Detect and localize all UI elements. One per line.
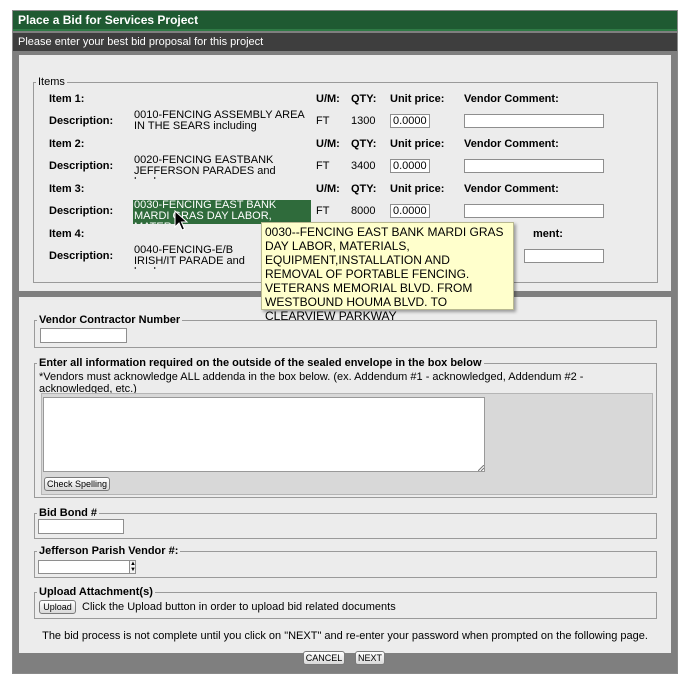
check-spelling-button[interactable]: Check Spelling [44, 477, 110, 491]
qty-header: QTY: [351, 183, 377, 195]
item-3-comment-input[interactable] [464, 204, 604, 218]
envelope-legend: Enter all information required on the ou… [39, 357, 482, 369]
qty-header: QTY: [351, 138, 377, 150]
mouse-pointer-icon [174, 210, 189, 231]
item-1-unit-price-input[interactable]: 0.0000 [390, 114, 430, 128]
item-3-label: Item 3: [49, 183, 85, 195]
item-3-description[interactable]: 0030-FENCING EAST BANK MARDI GRAS DAY LA… [133, 200, 311, 224]
vendor-comment-header: Vendor Comment: [464, 93, 559, 105]
item-2-label: Item 2: [49, 138, 85, 150]
item-2-um: FT [316, 160, 330, 172]
um-header: U/M: [316, 183, 340, 195]
envelope-textarea[interactable] [43, 397, 485, 472]
envelope-note: *Vendors must acknowledge ALL addenda in… [39, 371, 584, 395]
item-3-unit-price-input[interactable]: 0.0000 [390, 204, 430, 218]
jp-vendor-input[interactable] [38, 560, 130, 574]
description-label: Description: [49, 205, 114, 217]
item-2-unit-price-input[interactable]: 0.0000 [390, 159, 430, 173]
next-button[interactable]: NEXT [355, 651, 385, 665]
description-label: Description: [49, 160, 114, 172]
footer-notice: The bid process is not complete until yo… [42, 630, 648, 642]
item-2-description: 0020-FENCING EASTBANK JEFFERSON PARADES … [134, 155, 276, 179]
item-1-description: 0010-FENCING ASSEMBLY AREA IN THE SEARS … [134, 110, 305, 132]
item-4-label: Item 4: [49, 228, 85, 240]
jp-vendor-legend: Jefferson Parish Vendor #: [39, 545, 179, 557]
bid-bond-fieldset: Bid Bond # [34, 507, 657, 539]
item-3-qty: 8000 [351, 205, 376, 217]
description-label: Description: [49, 250, 114, 262]
upload-button[interactable]: Upload [39, 600, 76, 614]
um-header: U/M: [316, 93, 340, 105]
item-2-qty: 3400 [351, 160, 376, 172]
stepper-arrows-icon[interactable]: ▲ ▼ [129, 560, 136, 574]
um-header: U/M: [316, 138, 340, 150]
vendor-comment-header-partial: ment: [533, 228, 563, 240]
item-1-um: FT [316, 115, 330, 127]
vendor-contractor-input[interactable] [40, 328, 127, 343]
item-1-label: Item 1: [49, 93, 85, 105]
vendor-comment-header: Vendor Comment: [464, 138, 559, 150]
unit-price-header: Unit price: [390, 138, 445, 150]
description-label: Description: [49, 115, 114, 127]
vendor-contractor-legend: Vendor Contractor Number [39, 314, 181, 326]
bid-bond-legend: Bid Bond # [39, 507, 98, 519]
vendor-comment-header: Vendor Comment: [464, 183, 559, 195]
dialog-title: Place a Bid for Services Project [13, 11, 677, 31]
cancel-button[interactable]: CANCEL [303, 651, 345, 665]
item-3-um: FT [316, 205, 330, 217]
item-1-qty: 1300 [351, 115, 376, 127]
dialog-subtitle: Please enter your best bid proposal for … [13, 33, 677, 51]
bid-details-panel: Vendor Contractor Number Enter all infor… [19, 297, 671, 653]
items-legend: Items [38, 76, 65, 88]
description-tooltip: 0030--FENCING EAST BANK MARDI GRAS DAY L… [261, 222, 514, 323]
item-4-comment-input[interactable] [524, 249, 604, 263]
item-4-description: 0040-FENCING-E/B IRISH/IT PARADE and har… [134, 245, 245, 269]
upload-hint: Click the Upload button in order to uplo… [82, 601, 396, 613]
unit-price-header: Unit price: [390, 93, 445, 105]
bid-bond-input[interactable] [38, 519, 124, 534]
item-2-comment-input[interactable] [464, 159, 604, 173]
resize-grip-icon[interactable] [478, 465, 484, 471]
upload-legend: Upload Attachment(s) [39, 586, 153, 598]
qty-header: QTY: [351, 93, 377, 105]
unit-price-header: Unit price: [390, 183, 445, 195]
bid-dialog: Place a Bid for Services Project Please … [12, 10, 678, 674]
item-1-comment-input[interactable] [464, 114, 604, 128]
